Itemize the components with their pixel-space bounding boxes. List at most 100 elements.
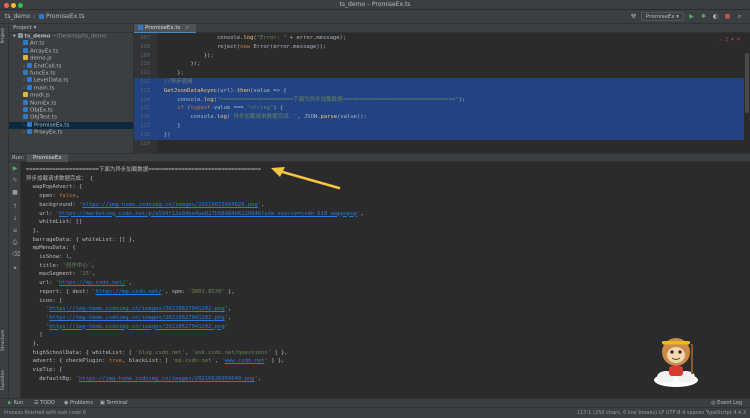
project-root-row[interactable]: ▾ ts_demo ~/Desktop/ts_demo	[9, 33, 133, 40]
code-text: }	[164, 123, 181, 129]
typescript-file-icon	[23, 106, 28, 112]
run-tab-promiseex[interactable]: PromiseEx	[27, 154, 68, 162]
structure-tool-tab[interactable]: Structure	[1, 330, 6, 351]
line-number: 119	[140, 140, 150, 147]
run-icon[interactable]: ▶	[687, 12, 696, 21]
typescript-file-icon	[23, 40, 28, 46]
typescript-file-icon	[26, 77, 32, 83]
hammer-icon[interactable]: ⚒	[629, 12, 638, 21]
project-file-label: LevelData.ts	[33, 77, 69, 84]
code-text: console.log("Error: " + error.message);	[164, 35, 347, 41]
project-file-label: ProxyEx.ts	[33, 129, 63, 136]
breadcrumb-file-label: PromiseEx.ts	[46, 13, 85, 20]
wrench-icon[interactable]: ✎	[12, 178, 18, 184]
project-file-item[interactable]: › LevelData.ts	[9, 77, 133, 84]
status-bar: Process finished with exit code 0 117:1 …	[0, 407, 750, 418]
code-line[interactable]: 117 }	[134, 122, 750, 131]
project-file-item[interactable]: ArrayEx.ts	[9, 47, 133, 55]
window-title: ts_demo – PromiseEx.ts	[339, 1, 411, 8]
project-file-item[interactable]: funcEx.ts	[9, 69, 133, 77]
event-log-icon: ◎	[711, 400, 716, 406]
code-line[interactable]: 119	[134, 140, 750, 149]
code-text: });	[164, 52, 214, 59]
scroll-up-icon[interactable]: ↑	[12, 204, 18, 210]
editor-tab-promiseex[interactable]: PromiseEx.ts ×	[134, 24, 196, 33]
project-file-label: Arr.ts	[30, 40, 45, 47]
project-file-item[interactable]: › main.ts	[9, 84, 133, 92]
console-output[interactable]: ======================下面为异步加载数据=========…	[21, 162, 750, 398]
project-file-item[interactable]: ObjEx.ts	[9, 106, 133, 114]
code-editor[interactable]: 107 console.log("Error: " + error.messag…	[134, 33, 750, 153]
scroll-down-icon[interactable]: ↓	[12, 216, 18, 222]
code-line[interactable]: 116 console.log('异步加载请求数据完成：', JSON.pars…	[134, 113, 750, 122]
run-configuration-label: PromiseEx	[645, 14, 675, 20]
code-line[interactable]: 118})	[134, 130, 750, 140]
code-line[interactable]: 112 //异步调用	[134, 78, 750, 87]
terminal-tool-tab-label: Terminal	[106, 400, 128, 406]
javascript-file-icon	[23, 55, 28, 61]
breadcrumb-project[interactable]: ts_demo	[5, 13, 31, 20]
project-tool-tab[interactable]: Project	[1, 28, 6, 43]
inspection-indicator[interactable]: ⚠ 2 ✖ 4	[719, 37, 740, 43]
project-file-label: PromiseEx.ts	[33, 122, 70, 129]
debug-icon[interactable]: ✱	[699, 12, 708, 21]
stop-icon[interactable]: ■	[723, 12, 732, 21]
code-line[interactable]: 111 };	[134, 69, 750, 78]
code-text: GetJsonDataAsync(url).then(value => {	[164, 87, 287, 94]
editor-scrollbar[interactable]	[744, 33, 750, 153]
run-configuration-select[interactable]: PromiseEx ▾	[640, 12, 684, 21]
project-file-item[interactable]: › EndCall.ts	[9, 62, 133, 70]
code-line[interactable]: 110 });	[134, 60, 750, 69]
code-text: })	[164, 131, 171, 138]
file-tree: Arr.ts ArrayEx.ts demo.js › EndCall.ts fu…	[9, 40, 133, 136]
left-tool-strip: Project Structure Favorites	[0, 24, 9, 402]
typescript-file-icon	[26, 121, 32, 127]
project-file-item[interactable]: demo.js	[9, 55, 133, 62]
project-file-item[interactable]: Arr.ts	[9, 40, 133, 47]
favorites-tool-tab[interactable]: Favorites	[1, 370, 6, 390]
typescript-file-icon	[26, 129, 32, 135]
project-file-item[interactable]: › ProxyEx.ts	[9, 129, 133, 136]
project-panel-header: Project ▾	[9, 24, 133, 33]
breadcrumb-file[interactable]: PromiseEx.ts	[39, 13, 85, 20]
line-number: 112	[140, 79, 150, 85]
code-line[interactable]: 114 console.log("======================下…	[134, 95, 750, 105]
project-file-label: ObjTest.ts	[30, 114, 57, 121]
pin-icon[interactable]: ✦	[12, 266, 18, 272]
project-panel: Project ▾ ▾ ts_demo ~/Desktop/ts_demo Ar…	[9, 24, 134, 153]
rerun-icon[interactable]: ▶	[12, 166, 18, 172]
project-file-item[interactable]: ObjTest.ts	[9, 114, 133, 121]
close-icon[interactable]: ×	[185, 25, 190, 31]
code-line[interactable]: 107 console.log("Error: " + error.messag…	[134, 34, 750, 43]
typescript-file-icon	[138, 24, 143, 30]
print-icon[interactable]: ⎙	[12, 240, 18, 246]
code-line[interactable]: 108 reject(new Error(error.message));	[134, 43, 750, 52]
line-number: 111	[140, 70, 150, 77]
project-file-item[interactable]: NumEx.ts	[9, 99, 133, 107]
coverage-icon[interactable]: ◐	[711, 12, 720, 21]
code-line[interactable]: 115 if (typeof value === "string") {	[134, 104, 750, 114]
project-file-item[interactable]: modi.js	[9, 92, 133, 99]
navigation-bar: ts_demo › PromiseEx.ts ⚒ PromiseEx ▾ ▶ ✱…	[0, 10, 750, 24]
project-file-item[interactable]: › PromiseEx.ts	[9, 121, 133, 130]
project-panel-title[interactable]: Project	[13, 25, 32, 31]
editor-scroll-thumb[interactable]	[745, 53, 749, 113]
typescript-file-icon	[23, 99, 28, 105]
typescript-file-icon	[23, 69, 28, 75]
code-line[interactable]: 109 });	[134, 52, 750, 61]
typescript-file-icon	[23, 47, 28, 53]
project-file-label: main.ts	[33, 85, 55, 92]
run-tool-tab-label: Run	[13, 400, 24, 406]
soft-wrap-icon[interactable]: ≡	[12, 228, 18, 234]
code-line[interactable]: 113 GetJsonDataAsync(url).then(value => {	[134, 86, 750, 96]
folder-icon	[17, 33, 23, 38]
project-file-label: demo.js	[30, 55, 52, 62]
trash-icon[interactable]: ⌫	[12, 252, 20, 258]
stop-icon[interactable]: ■	[12, 190, 18, 196]
code-text: reject(new Error(error.message));	[164, 43, 327, 50]
search-icon[interactable]: ⌕	[735, 12, 744, 21]
project-file-label: NumEx.ts	[30, 100, 57, 107]
status-info[interactable]: 117:1 (250 chars, 6 line breaks) LF UTF-…	[577, 408, 746, 418]
run-panel-label: Run:	[12, 155, 25, 161]
typescript-file-icon	[23, 114, 28, 120]
